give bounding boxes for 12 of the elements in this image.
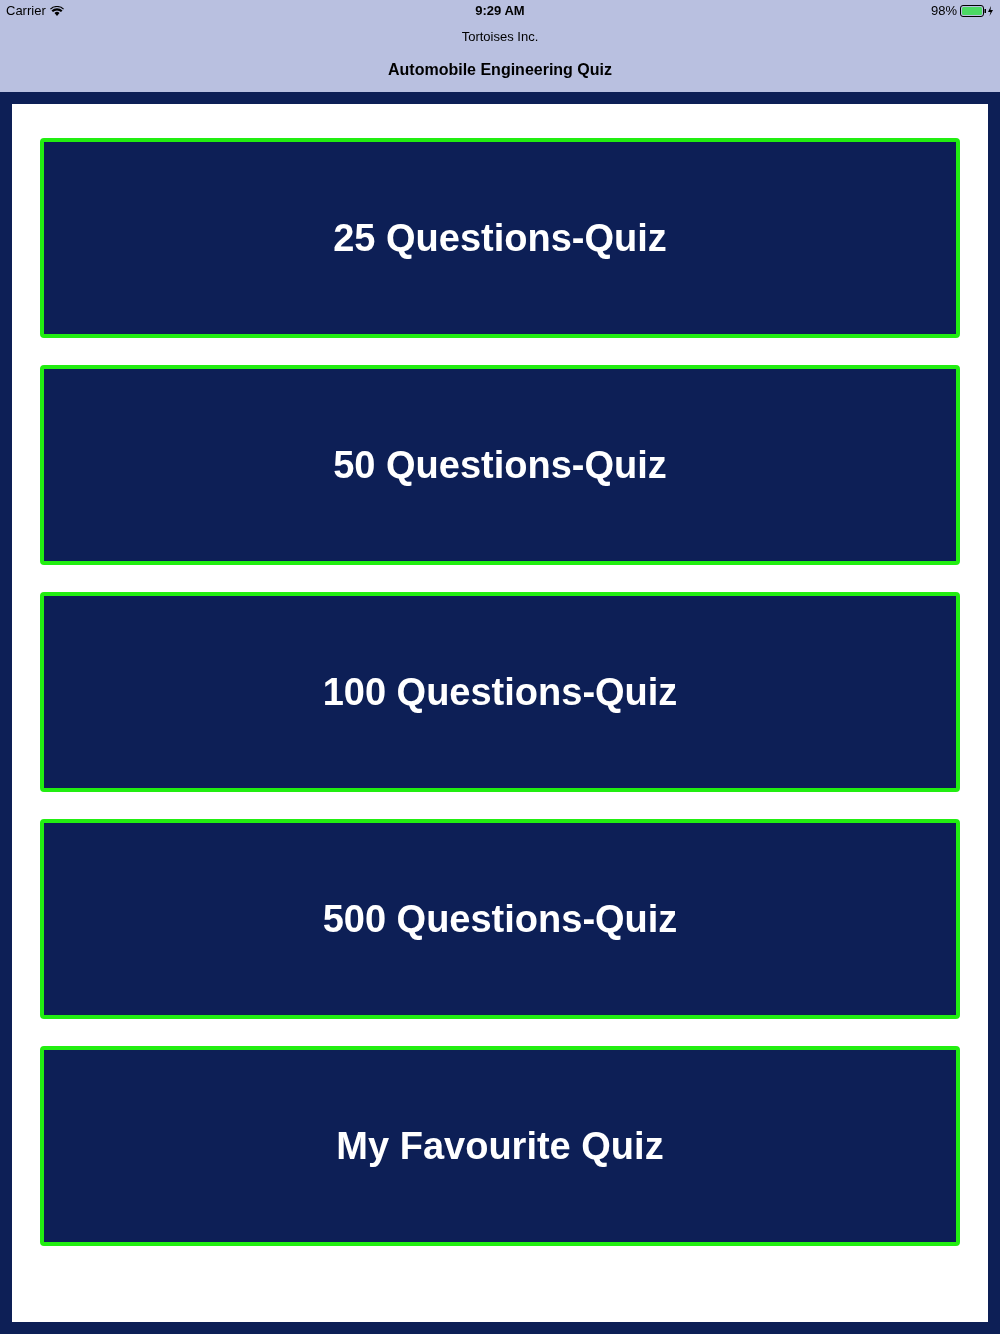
battery-percentage: 98%	[930, 2, 957, 21]
battery-icon	[960, 5, 994, 17]
quiz-button[interactable]: My Favourite Quiz	[40, 1046, 960, 1246]
carrier-name: Carrier	[6, 2, 46, 21]
wifi-icon	[49, 6, 64, 16]
status-time: 9:29 AM	[475, 2, 525, 21]
quiz-button[interactable]: 100 Questions-Quiz	[40, 592, 960, 792]
company-name: Tortoises Inc.	[461, 28, 539, 47]
quiz-button[interactable]: 50 Questions-Quiz	[40, 365, 960, 565]
quiz-button[interactable]: 25 Questions-Quiz	[40, 138, 960, 338]
quiz-button[interactable]: 500 Questions-Quiz	[40, 819, 960, 1019]
page-title: Automobile Engineering Quiz	[388, 60, 612, 80]
